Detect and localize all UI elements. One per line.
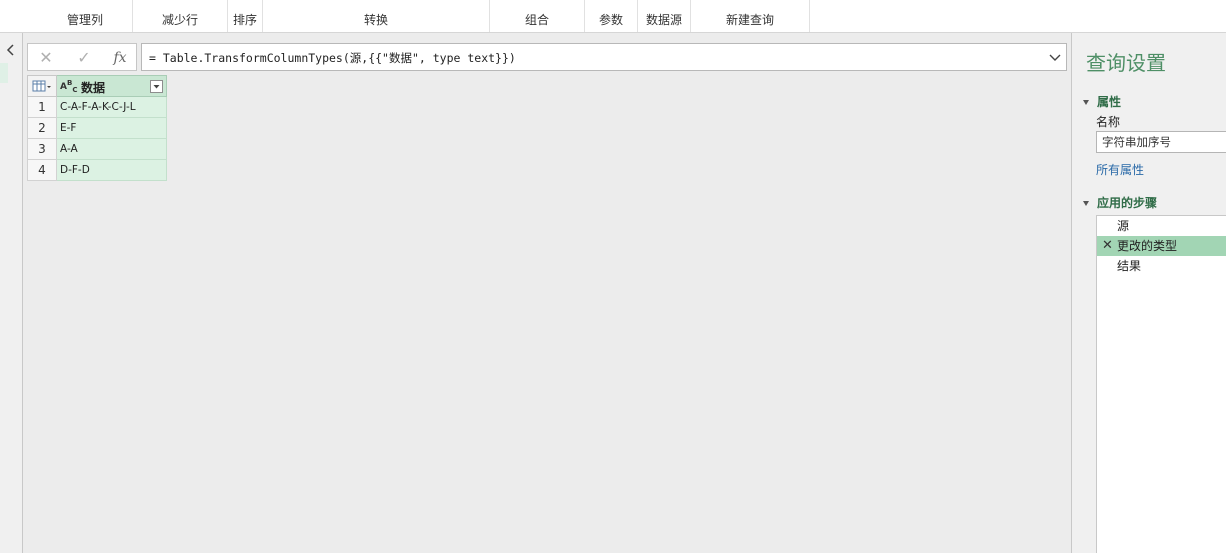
step-source[interactable]: 源 [1097,216,1226,236]
ribbon-group-manage-columns[interactable]: 管理列 [38,0,133,32]
ribbon-group-label: 新建查询 [725,13,774,27]
ribbon: 管理列 减少行 排序 转换 组合 参数 数据源 新建查询 [0,0,1226,33]
ribbon-group-transform[interactable]: 转换 [263,0,490,32]
name-label: 名称 [1096,115,1121,129]
row-number[interactable]: 4 [27,160,57,181]
data-grid: ABC 数据 1 C-A-F-A-K-C-J-L 2 E-F 3 A-A 4 D… [27,75,167,181]
column-name: 数据 [81,81,106,95]
ribbon-group-label: 排序 [232,13,257,27]
all-properties-link[interactable]: 所有属性 [1096,161,1144,178]
text-type-icon[interactable]: ABC [60,79,77,94]
ribbon-group-label: 管理列 [66,13,103,27]
ribbon-group-data-source[interactable]: 数据源 [638,0,691,32]
table-cell[interactable]: A-A [57,139,167,160]
expand-navigator-icon[interactable] [4,43,18,57]
formula-text[interactable]: = Table.TransformColumnTypes(源,{{"数据", t… [149,50,516,66]
section-label: 属性 [1097,95,1122,109]
row-number[interactable]: 1 [27,97,57,118]
step-label: 结果 [1117,259,1142,273]
queries-navigator [0,33,23,553]
delete-step-icon[interactable]: ✕ [1102,236,1113,256]
applied-steps-list: 源 ✕ 更改的类型 结果 [1096,215,1226,553]
filter-dropdown-icon[interactable] [150,80,163,93]
formula-buttons: ✕ ✓ fx [27,43,137,71]
row-number[interactable]: 3 [27,139,57,160]
column-header-data[interactable]: ABC 数据 [57,75,167,97]
ribbon-group-label: 参数 [598,13,623,27]
pane-title: 查询设置 [1086,51,1166,75]
ribbon-group-new-query[interactable]: 新建查询 [691,0,810,32]
table-cell[interactable]: D-F-D [57,160,167,181]
collapse-triangle-icon[interactable] [1083,201,1089,206]
fx-icon[interactable]: fx [110,48,130,68]
properties-section-header[interactable]: 属性 [1083,93,1121,110]
query-name-input[interactable] [1096,131,1226,153]
step-result[interactable]: 结果 [1097,256,1226,276]
ribbon-group-reduce-rows[interactable]: 减少行 [133,0,228,32]
ribbon-group-label: 组合 [524,13,549,27]
ribbon-group-parameters[interactable]: 参数 [585,0,638,32]
table-cell[interactable]: C-A-F-A-K-C-J-L [57,97,167,118]
check-icon[interactable]: ✓ [74,48,94,68]
ribbon-group-combine[interactable]: 组合 [490,0,585,32]
query-settings-pane: 查询设置 属性 名称 所有属性 应用的步骤 源 ✕ 更改的类型 结果 [1071,33,1226,553]
row-number[interactable]: 2 [27,118,57,139]
table-row: 3 A-A [27,139,167,160]
cancel-icon[interactable]: ✕ [36,48,56,68]
ribbon-group-label: 减少行 [161,13,198,27]
selected-query-indicator [0,63,8,83]
table-row: 4 D-F-D [27,160,167,181]
ribbon-group-label: 转换 [363,13,388,27]
main-area: ✕ ✓ fx = Table.TransformColumnTypes(源,{{… [23,33,1071,553]
applied-steps-section-header[interactable]: 应用的步骤 [1083,194,1157,211]
collapse-triangle-icon[interactable] [1083,100,1089,105]
table-icon [32,80,51,92]
step-label: 源 [1117,219,1130,233]
step-changed-type[interactable]: ✕ 更改的类型 [1097,236,1226,256]
step-label: 更改的类型 [1117,239,1178,253]
formula-bar[interactable]: = Table.TransformColumnTypes(源,{{"数据", t… [141,43,1067,71]
section-label: 应用的步骤 [1097,196,1158,210]
table-menu-button[interactable] [27,75,57,97]
ribbon-group-label: 数据源 [645,13,682,27]
chevron-down-icon[interactable] [1048,50,1062,64]
table-cell[interactable]: E-F [57,118,167,139]
table-row: 1 C-A-F-A-K-C-J-L [27,97,167,118]
ribbon-group-sort[interactable]: 排序 [228,0,263,32]
table-row: 2 E-F [27,118,167,139]
